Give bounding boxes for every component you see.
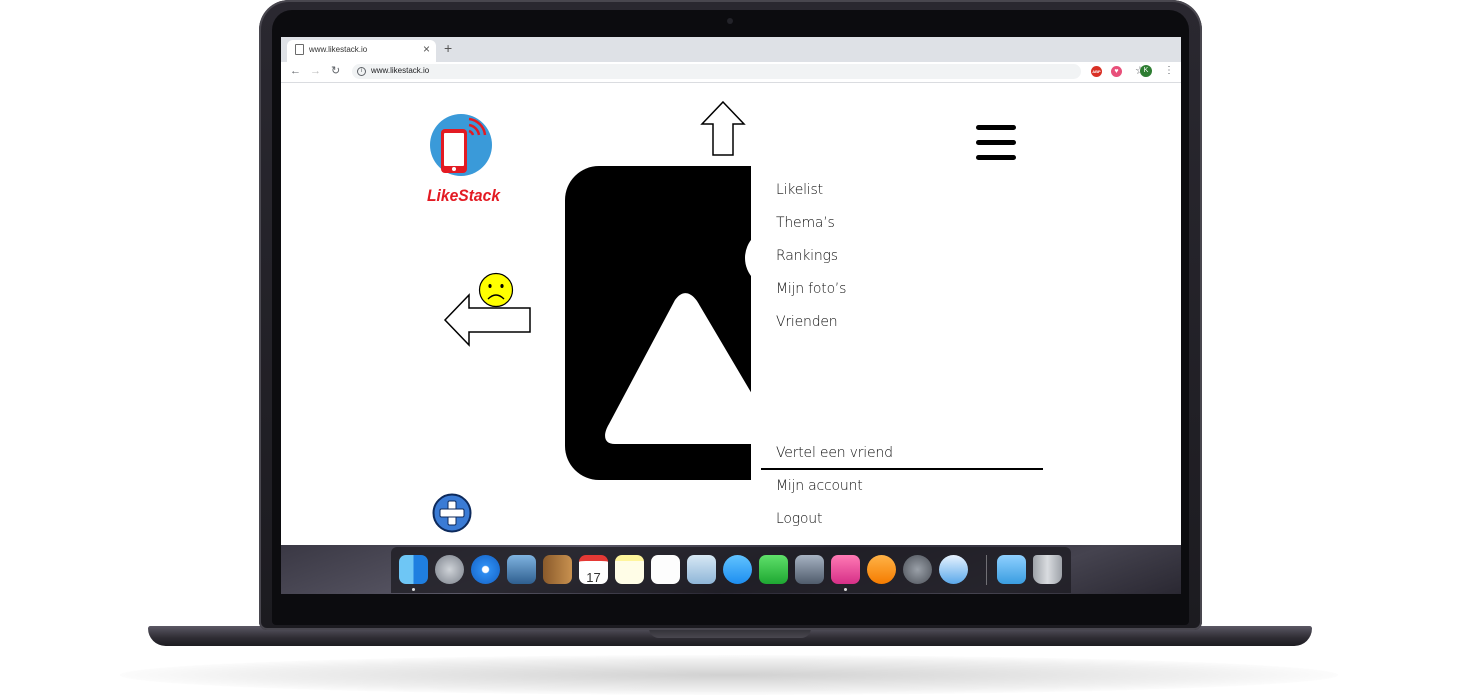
menu-dots-icon[interactable]: ⋮: [1164, 64, 1174, 78]
sad-face-icon[interactable]: [478, 272, 514, 308]
menu-item-vrienden[interactable]: Vrienden: [776, 314, 838, 330]
keynote-icon[interactable]: [831, 555, 860, 584]
launchpad-icon[interactable]: [435, 555, 464, 584]
reload-icon[interactable]: ↻: [331, 64, 340, 78]
messages-icon[interactable]: [723, 555, 752, 584]
hamburger-bar: [976, 155, 1016, 160]
tab-strip: www.likestack.io × +: [281, 37, 1181, 62]
forward-arrow-icon[interactable]: →: [310, 64, 321, 78]
address-bar[interactable]: i www.likestack.io ☆: [352, 64, 1145, 79]
dock: 17: [391, 547, 1071, 593]
up-arrow-icon[interactable]: [699, 100, 747, 158]
profile-avatar[interactable]: K: [1140, 65, 1152, 77]
preview-icon[interactable]: [507, 555, 536, 584]
nav-menu: Likelist Thema’s Rankings Mijn foto’s Vr…: [751, 166, 1051, 545]
back-arrow-icon[interactable]: ←: [290, 64, 301, 78]
xcode-icon[interactable]: [939, 555, 968, 584]
finder-icon[interactable]: [399, 555, 428, 584]
image-capture-icon[interactable]: [795, 555, 824, 584]
browser-toolbar: ← → ↻ i www.likestack.io ☆ ABP ♥ K ⋮: [281, 62, 1181, 83]
menu-divider: [761, 468, 1043, 470]
menu-item-rankings[interactable]: Rankings: [776, 248, 838, 264]
menu-item-mijn-account[interactable]: Mijn account: [776, 478, 863, 494]
menu-item-vertel-een-vriend[interactable]: Vertel een vriend: [776, 445, 893, 461]
safari-icon[interactable]: [471, 555, 500, 584]
downloads-folder-icon[interactable]: [997, 555, 1026, 584]
hamburger-bar: [976, 140, 1016, 145]
webcam: [727, 18, 733, 24]
hamburger-bar: [976, 125, 1016, 130]
reminders-icon[interactable]: [651, 555, 680, 584]
screen: www.likestack.io × + ← → ↻ i www.likesta…: [281, 37, 1181, 594]
info-icon[interactable]: i: [357, 67, 366, 76]
running-indicator: [412, 588, 415, 591]
url-text[interactable]: www.likestack.io: [371, 66, 429, 75]
logo-text: LikeStack: [427, 186, 501, 205]
browser-tab[interactable]: www.likestack.io ×: [287, 40, 436, 62]
system-preferences-icon[interactable]: [903, 555, 932, 584]
trash-icon[interactable]: [1033, 555, 1062, 584]
menu-item-mijn-fotos[interactable]: Mijn foto’s: [776, 281, 846, 297]
adblock-icon[interactable]: ABP: [1091, 66, 1102, 77]
books-icon[interactable]: [867, 555, 896, 584]
contacts-icon[interactable]: [543, 555, 572, 584]
floor-shadow: [120, 655, 1338, 695]
menu-item-logout[interactable]: Logout: [776, 511, 822, 527]
calendar-icon[interactable]: 17: [579, 555, 608, 585]
running-indicator: [844, 588, 847, 591]
plus-icon[interactable]: +: [444, 41, 452, 55]
tab-title: www.likestack.io: [309, 45, 368, 54]
menu-item-likelist[interactable]: Likelist: [776, 182, 823, 198]
image-placeholder[interactable]: [565, 166, 765, 480]
web-page: LikeStack Likelist Thema’s Rankings Mijn…: [281, 83, 1181, 545]
close-icon[interactable]: ×: [423, 41, 430, 57]
image-icon: [605, 229, 765, 444]
extension-icon[interactable]: ♥: [1111, 66, 1122, 77]
photo-booth-icon[interactable]: [687, 555, 716, 584]
notes-icon[interactable]: [615, 555, 644, 584]
menu-item-themas[interactable]: Thema’s: [776, 215, 835, 231]
hamburger-menu-icon[interactable]: [976, 125, 1018, 163]
page-icon: [295, 44, 304, 55]
add-button[interactable]: [432, 493, 472, 533]
dock-separator: [986, 555, 987, 585]
facetime-icon[interactable]: [759, 555, 788, 584]
